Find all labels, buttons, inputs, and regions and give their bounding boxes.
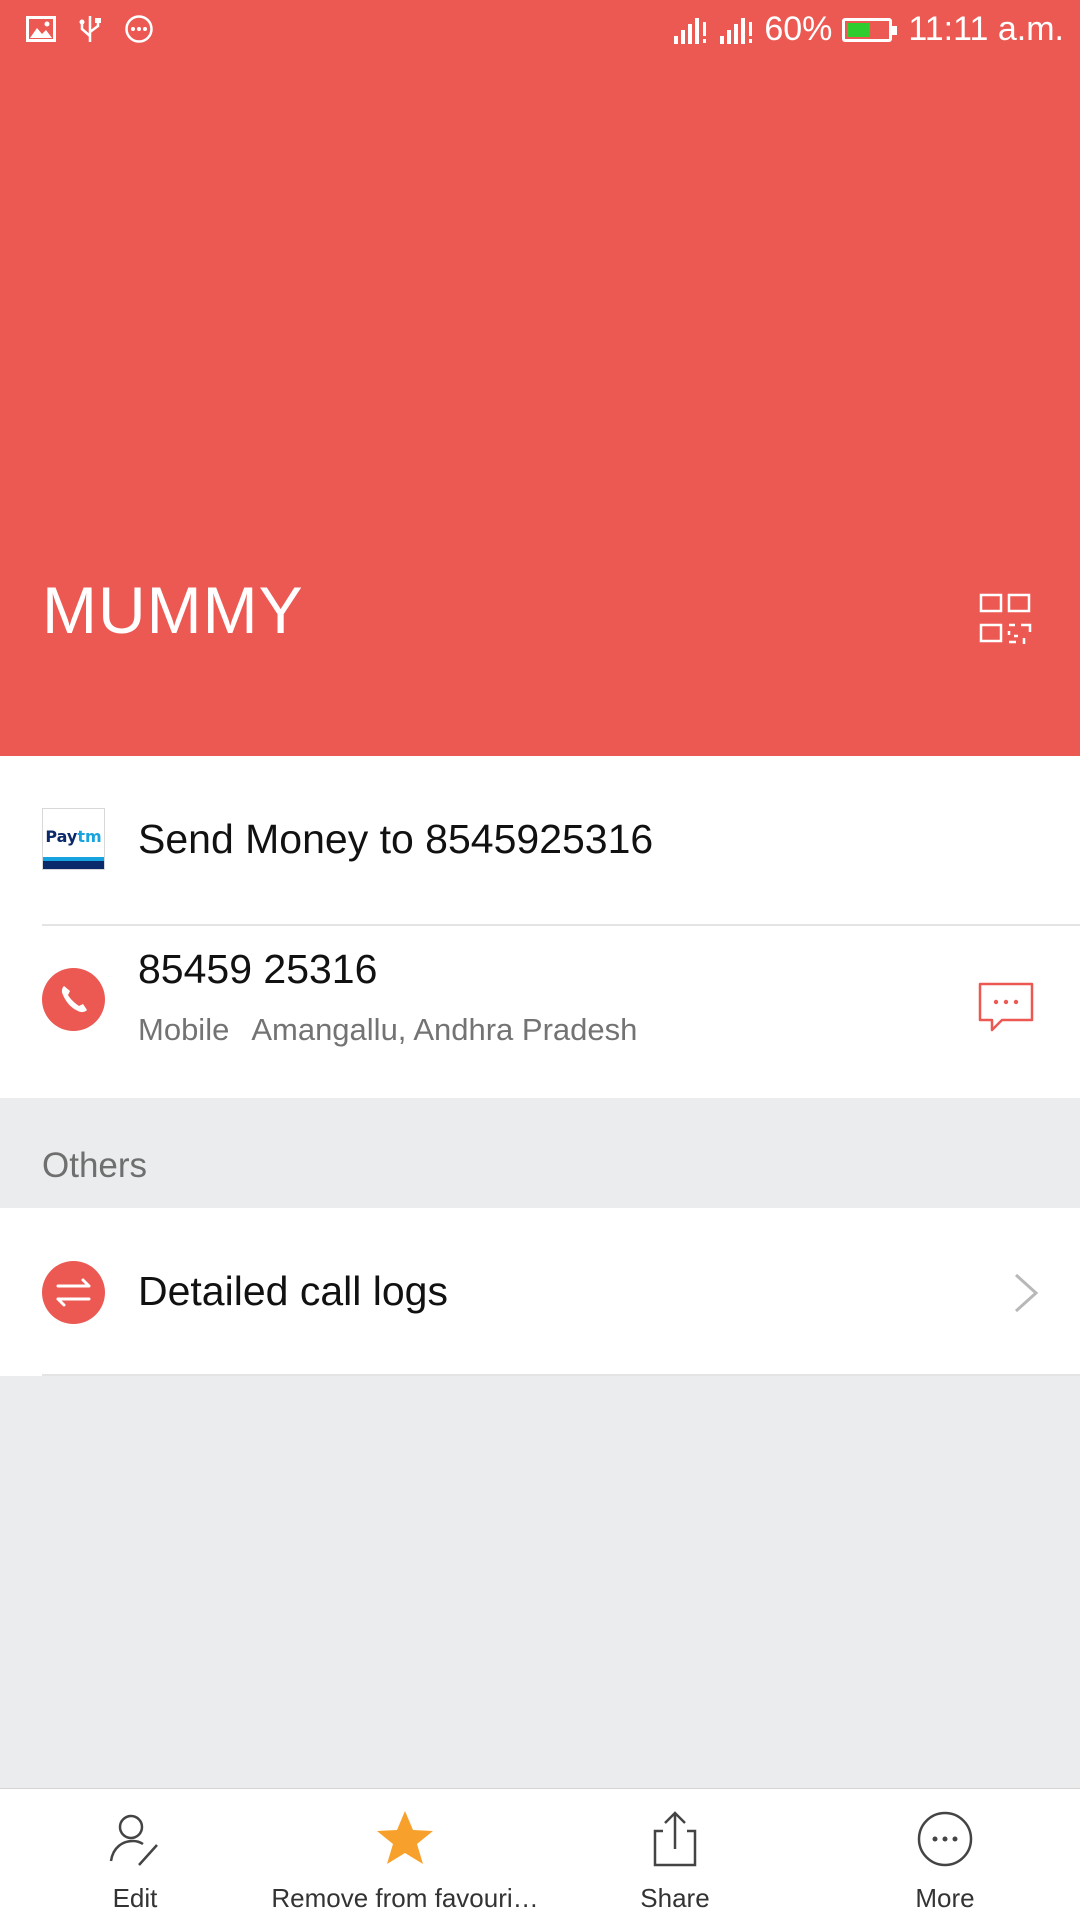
battery-percent: 60%: [764, 10, 833, 48]
qr-code-icon[interactable]: [978, 592, 1034, 648]
more-icon: [917, 1811, 973, 1867]
phone-location: Amangallu, Andhra Pradesh: [251, 1012, 638, 1047]
signal-icon: [720, 17, 753, 44]
paytm-logo: Paytm: [42, 808, 105, 870]
send-money-row[interactable]: Paytm Send Money to 8545925316: [0, 756, 1080, 924]
detailed-call-logs-row[interactable]: Detailed call logs: [0, 1208, 1080, 1376]
phone-number: 85459 25316: [138, 946, 378, 992]
contact-details-card: Paytm Send Money to 8545925316 85459 253…: [0, 756, 1080, 1098]
phone-icon: [61, 986, 87, 1013]
send-money-label: Send Money to 8545925316: [138, 816, 654, 862]
clock: 11:11 a.m.: [908, 10, 1064, 48]
phone-number-row[interactable]: 85459 25316 Mobile Amangallu, Andhra Pra…: [0, 926, 1080, 1098]
phone-type: Mobile: [138, 1012, 230, 1047]
image-icon: [26, 16, 56, 42]
status-bar: 60% 11:11 a.m.: [0, 0, 1080, 64]
swap-arrows-icon: [56, 1278, 91, 1307]
more-button[interactable]: More: [810, 1789, 1080, 1920]
remove-from-favourites-button[interactable]: Remove from favouri…: [270, 1789, 540, 1920]
contact-header: 60% 11:11 a.m. MUMMY: [0, 0, 1080, 756]
edit-button[interactable]: Edit: [0, 1789, 270, 1920]
share-button[interactable]: Share: [540, 1789, 810, 1920]
battery-icon: [842, 17, 898, 42]
star-icon: [377, 1811, 433, 1864]
signal-icon: [674, 17, 707, 44]
more-label: More: [915, 1883, 975, 1913]
share-icon: [653, 1811, 697, 1867]
call-logs-label: Detailed call logs: [138, 1268, 448, 1314]
divider: [42, 1374, 1080, 1376]
call-logs-circle: [42, 1261, 105, 1324]
message-icon[interactable]: [978, 982, 1034, 1034]
edit-label: Edit: [112, 1883, 158, 1913]
usb-icon: [79, 16, 101, 42]
favourite-label: Remove from favouri…: [271, 1883, 539, 1913]
section-title-others: Others: [42, 1146, 148, 1185]
bottom-action-bar: Edit Remove from favouri… Share More: [0, 1788, 1080, 1920]
call-button[interactable]: [42, 968, 105, 1031]
phone-meta: Mobile Amangallu, Andhra Pradesh: [138, 1012, 637, 1048]
chevron-right-icon: [1014, 1273, 1039, 1313]
share-label: Share: [640, 1883, 710, 1913]
edit-contact-icon: [109, 1814, 158, 1866]
more-notifications-icon: [125, 15, 153, 43]
contact-name: MUMMY: [42, 573, 304, 647]
